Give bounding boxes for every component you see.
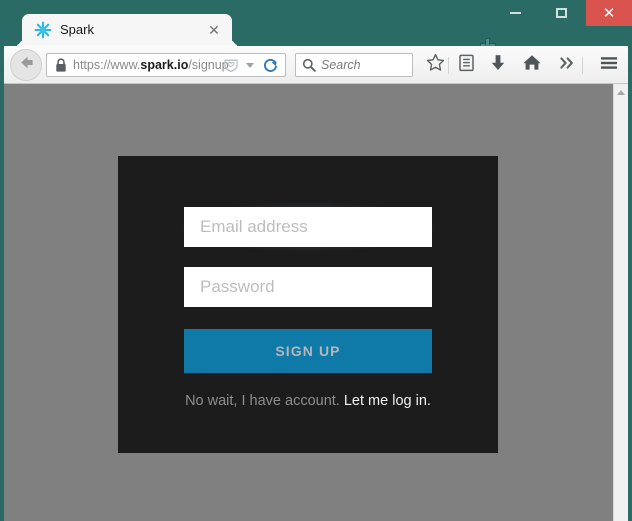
url-prefix: https://www. — [73, 58, 141, 72]
hamburger-menu-icon — [599, 55, 619, 76]
back-arrow-icon — [17, 53, 36, 77]
login-prompt: No wait, I have account. Let me log in. — [118, 393, 498, 409]
search-bar[interactable]: Search — [295, 53, 413, 77]
login-prompt-text: No wait, I have account. — [185, 393, 340, 409]
password-field-wrapper — [184, 267, 432, 307]
chevron-up-icon — [617, 89, 625, 95]
email-field-wrapper — [180, 203, 436, 251]
back-button[interactable] — [10, 49, 42, 81]
reader-mode-icon[interactable] — [223, 58, 239, 73]
tab-spark[interactable]: Spark ✕ — [22, 14, 232, 46]
home-button[interactable] — [519, 52, 545, 78]
star-icon — [426, 53, 445, 77]
spark-asterisk-icon — [34, 21, 52, 39]
lock-icon — [55, 58, 67, 73]
downloads-button[interactable] — [485, 52, 511, 78]
tab-title: Spark — [60, 22, 94, 37]
reload-icon[interactable] — [262, 57, 279, 74]
clipboard-icon — [458, 53, 475, 77]
browser-window: ✕ Spark ✕ https://www.spark.io/signup Se… — [0, 0, 632, 521]
search-icon — [302, 58, 316, 72]
overflow-button[interactable] — [554, 52, 580, 78]
bookmark-star-button[interactable] — [422, 52, 448, 78]
toolbar-divider — [448, 57, 449, 74]
chevron-down-icon[interactable] — [246, 63, 254, 68]
navigation-toolbar: https://www.spark.io/signup Search — [4, 46, 628, 84]
scroll-up-button[interactable] — [614, 84, 628, 100]
tab-close-icon[interactable]: ✕ — [206, 22, 222, 38]
email-field[interactable] — [184, 207, 432, 247]
menu-button[interactable] — [596, 52, 622, 78]
download-arrow-icon — [490, 53, 506, 77]
vertical-scrollbar[interactable] — [613, 84, 628, 521]
sign-up-button[interactable]: SIGN UP — [184, 329, 432, 373]
url-text: https://www.spark.io/signup — [73, 54, 229, 76]
home-icon — [522, 53, 542, 77]
password-field[interactable] — [184, 267, 432, 307]
page-content: SIGN UP No wait, I have account. Let me … — [4, 84, 628, 521]
toolbar-divider — [582, 57, 583, 74]
login-link[interactable]: Let me log in. — [344, 393, 431, 409]
tab-strip: Spark ✕ — [0, 14, 632, 53]
search-input[interactable]: Search — [321, 54, 361, 76]
double-chevron-right-icon — [558, 55, 576, 76]
url-bar[interactable]: https://www.spark.io/signup — [46, 53, 286, 77]
url-domain: spark.io — [140, 58, 189, 72]
reading-list-button[interactable] — [453, 52, 479, 78]
signup-card: SIGN UP No wait, I have account. Let me … — [118, 156, 498, 453]
